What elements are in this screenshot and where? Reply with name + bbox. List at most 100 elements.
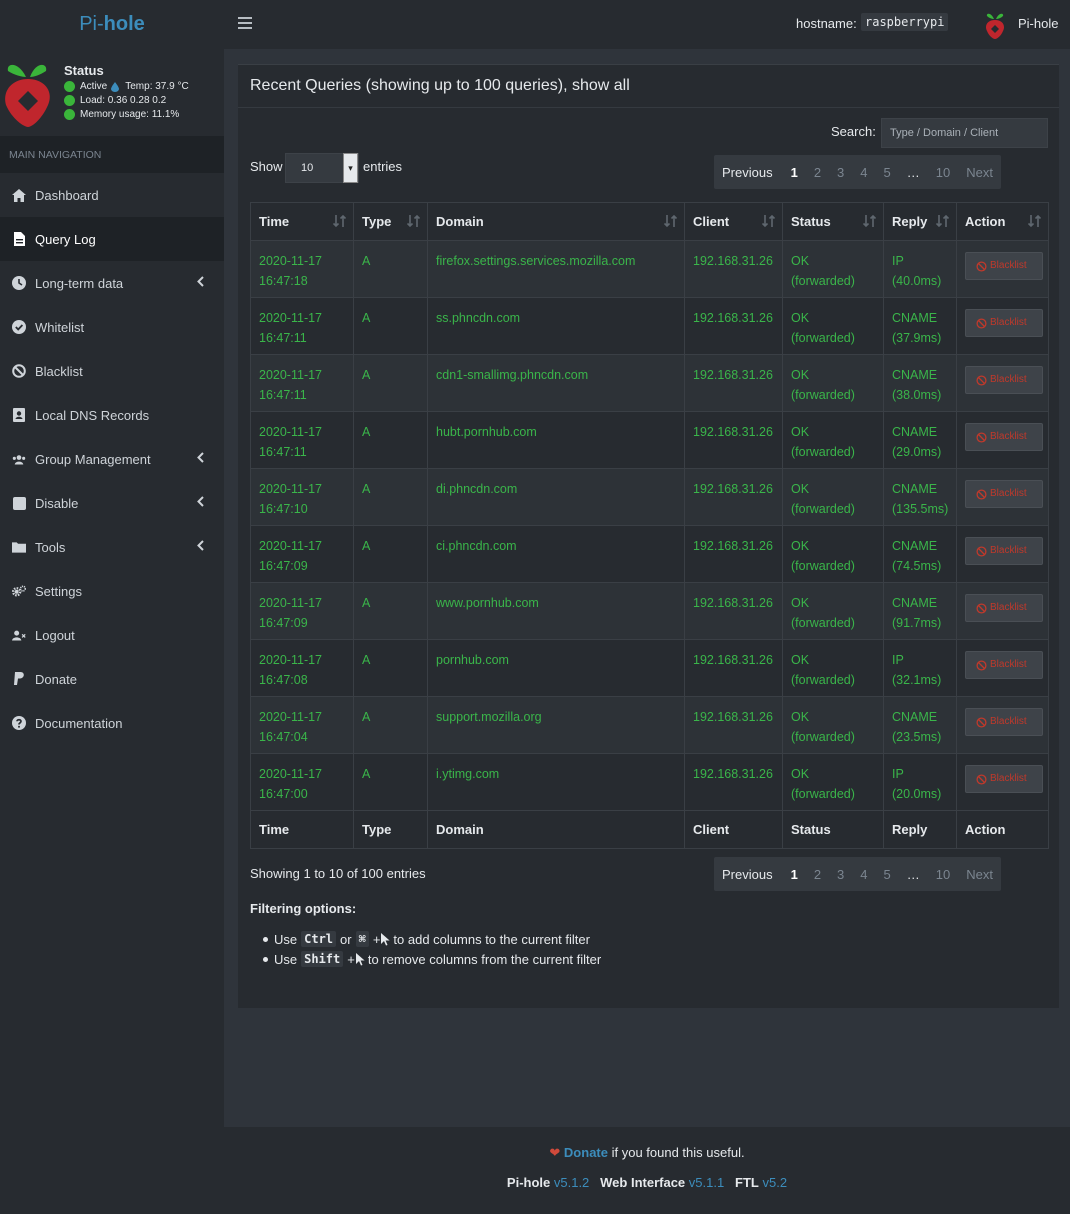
sidebar-item-logout[interactable]: Logout (0, 613, 224, 657)
pagination-page[interactable]: 4 (852, 867, 875, 882)
pagination-page[interactable]: 4 (852, 165, 875, 180)
version-web-link[interactable]: v5.1.1 (689, 1175, 724, 1190)
footer-donate-link[interactable]: Donate (564, 1145, 608, 1160)
version-ftl-link[interactable]: v5.2 (763, 1175, 788, 1190)
column-header-status[interactable]: Status (782, 202, 884, 241)
sort-icon (407, 214, 421, 228)
cell-domain[interactable]: cdn1-smallimg.phncdn.com (427, 354, 685, 412)
blacklist-button[interactable]: Blacklist (965, 252, 1043, 280)
raspberry-logo[interactable] (985, 11, 1005, 39)
pagination-page[interactable]: 1 (783, 867, 806, 882)
filtering-list: Use Ctrl or ⌘ + to add columns to the cu… (262, 929, 601, 969)
cell-reply: IP (32.1ms) (883, 639, 957, 697)
cell-reply-type: CNAME (892, 539, 938, 553)
cell-domain[interactable]: hubt.pornhub.com (427, 411, 685, 469)
sidebar-item-group-management[interactable]: Group Management (0, 437, 224, 481)
pagination-page[interactable]: 2 (806, 867, 829, 882)
cell-reply-time: (32.1ms) (892, 673, 942, 687)
cell-client[interactable]: 192.168.31.26 (684, 525, 783, 583)
queries-table: Time Type Domain Client Status Reply Action 20… (250, 202, 1049, 849)
cell-reply-time: (38.0ms) (892, 388, 942, 402)
cell-client[interactable]: 192.168.31.26 (684, 411, 783, 469)
sidebar-item-label: Dashboard (35, 187, 99, 203)
sidebar-item-tools[interactable]: Tools (0, 525, 224, 569)
pagination-page[interactable]: 2 (806, 165, 829, 180)
column-header-client[interactable]: Client (684, 202, 783, 241)
sidebar-item-local-dns-records[interactable]: Local DNS Records (0, 393, 224, 437)
pagination-page[interactable]: 3 (829, 867, 852, 882)
version-pihole-link[interactable]: v5.1.2 (554, 1175, 589, 1190)
entries-select[interactable]: 10 ▾ (285, 153, 359, 183)
cell-type: A (353, 639, 428, 697)
sidebar-item-donate[interactable]: Donate (0, 657, 224, 701)
blacklist-button[interactable]: Blacklist (965, 480, 1043, 508)
cell-client[interactable]: 192.168.31.26 (684, 468, 783, 526)
column-header-type[interactable]: Type (353, 202, 428, 241)
cell-status-value: OK (791, 311, 810, 325)
sidebar-item-label: Disable (35, 495, 79, 511)
cell-domain[interactable]: firefox.settings.services.mozilla.com (427, 240, 685, 298)
cell-action: Blacklist (956, 639, 1049, 697)
cell-status: OK (forwarded) (782, 525, 884, 583)
blacklist-button[interactable]: Blacklist (965, 765, 1043, 793)
sidebar-item-label: Settings (35, 583, 82, 599)
cell-client[interactable]: 192.168.31.26 (684, 753, 783, 811)
table-row: 2020-11-17 16:47:09 Awww.pornhub.com 192.16… (250, 582, 1049, 640)
pagination-previous[interactable]: Previous (714, 867, 783, 882)
cell-client[interactable]: 192.168.31.26 (684, 240, 783, 298)
cell-client[interactable]: 192.168.31.26 (684, 354, 783, 412)
cell-status-detail: (forwarded) (791, 787, 855, 801)
cell-client[interactable]: 192.168.31.26 (684, 696, 783, 754)
pagination-page[interactable]: 5 (876, 867, 899, 882)
cell-domain[interactable]: support.mozilla.org (427, 696, 685, 754)
cell-domain[interactable]: i.ytimg.com (427, 753, 685, 811)
sidebar-item-query-log[interactable]: Query Log (0, 217, 224, 261)
column-header-label: Reply (892, 214, 928, 229)
sidebar-item-dashboard[interactable]: Dashboard (0, 173, 224, 217)
blacklist-button[interactable]: Blacklist (965, 594, 1043, 622)
cell-client[interactable]: 192.168.31.26 (684, 639, 783, 697)
sidebar-item-settings[interactable]: Settings (0, 569, 224, 613)
pagination-next[interactable]: Next (958, 867, 1001, 882)
cell-domain[interactable]: www.pornhub.com (427, 582, 685, 640)
cell-domain[interactable]: ss.phncdn.com (427, 297, 685, 355)
blacklist-button[interactable]: Blacklist (965, 309, 1043, 337)
column-header-domain[interactable]: Domain (427, 202, 685, 241)
pagination-page[interactable]: 1 (783, 165, 806, 180)
column-header-reply[interactable]: Reply (883, 202, 957, 241)
blacklist-button[interactable]: Blacklist (965, 651, 1043, 679)
sidebar-item-whitelist[interactable]: Whitelist (0, 305, 224, 349)
cell-domain[interactable]: di.phncdn.com (427, 468, 685, 526)
sidebar-item-disable[interactable]: Disable (0, 481, 224, 525)
blacklist-button[interactable]: Blacklist (965, 537, 1043, 565)
pagination-page[interactable]: 10 (928, 165, 958, 180)
sidebar-item-documentation[interactable]: Documentation (0, 701, 224, 745)
cell-action: Blacklist (956, 411, 1049, 469)
pagination-page[interactable]: 3 (829, 165, 852, 180)
cell-domain[interactable]: ci.phncdn.com (427, 525, 685, 583)
cell-action: Blacklist (956, 582, 1049, 640)
blacklist-button-label: Blacklist (990, 659, 1027, 670)
cell-client[interactable]: 192.168.31.26 (684, 297, 783, 355)
cell-domain[interactable]: pornhub.com (427, 639, 685, 697)
brand-logo[interactable]: Pi-hole (0, 0, 224, 49)
pagination-previous[interactable]: Previous (714, 165, 783, 180)
cell-client[interactable]: 192.168.31.26 (684, 582, 783, 640)
menu-toggle-icon[interactable] (238, 17, 252, 29)
pagination-page[interactable]: 10 (928, 867, 958, 882)
blacklist-button[interactable]: Blacklist (965, 423, 1043, 451)
footer-donate-line: ❤ Donate if you found this useful. (224, 1145, 1070, 1161)
sidebar-item-long-term-data[interactable]: Long-term data (0, 261, 224, 305)
paypal-icon (12, 672, 26, 686)
blacklist-button[interactable]: Blacklist (965, 366, 1043, 394)
cmd-key: ⌘ (355, 931, 369, 947)
pagination-next[interactable]: Next (958, 165, 1001, 180)
user-menu-name[interactable]: Pi-hole (1018, 16, 1058, 31)
sidebar-item-blacklist[interactable]: Blacklist (0, 349, 224, 393)
pagination-page[interactable]: 5 (876, 165, 899, 180)
table-row: 2020-11-17 16:47:08 Apornhub.com 192.168.31… (250, 639, 1049, 697)
column-header-time[interactable]: Time (250, 202, 354, 241)
search-input[interactable] (881, 118, 1048, 148)
column-header-action[interactable]: Action (956, 202, 1049, 241)
blacklist-button[interactable]: Blacklist (965, 708, 1043, 736)
